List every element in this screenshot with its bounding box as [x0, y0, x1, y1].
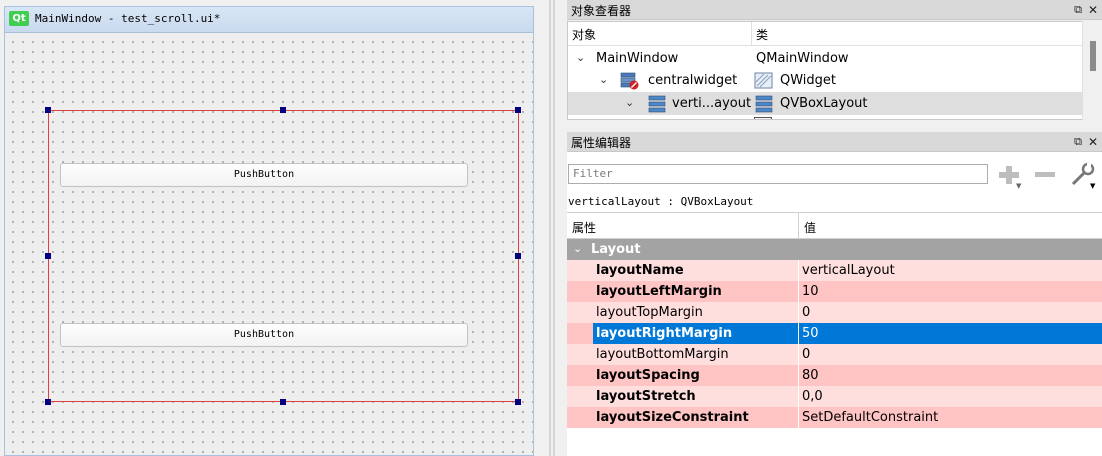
column-divider: [798, 386, 799, 407]
chevron-down-icon[interactable]: ⌄: [599, 73, 608, 86]
property-name: layoutStretch: [596, 389, 696, 404]
resize-handle-left[interactable]: [45, 253, 51, 259]
header-class[interactable]: 类: [756, 26, 768, 43]
column-divider: [798, 323, 799, 344]
chevron-down-icon[interactable]: ⌄: [573, 242, 582, 255]
form-title: MainWindow - test_scroll.ui*: [35, 12, 221, 25]
tree-object-name: centralwidget: [648, 73, 738, 88]
column-divider: [798, 260, 799, 281]
splitter-grip: [553, 0, 555, 456]
property-name: layoutRightMargin: [596, 326, 733, 341]
form-title-bar: Qt MainWindow - test_scroll.ui*: [5, 7, 533, 33]
object-inspector-title: 对象查看器: [571, 4, 632, 18]
property-value: SetDefaultConstraint: [802, 410, 939, 425]
property-table-header: 属性 值: [567, 212, 1102, 240]
property-name: layoutSizeConstraint: [596, 410, 749, 425]
filter-input[interactable]: Filter: [568, 164, 988, 184]
push-button-2[interactable]: PushButton: [60, 323, 468, 347]
column-divider: [798, 302, 799, 323]
resize-handle-bottom-left[interactable]: [45, 399, 51, 405]
tree-class-name: QWidget: [780, 73, 837, 88]
group-label: Layout: [591, 242, 641, 257]
object-inspector-title-bar: 对象查看器 ⧉ ✕: [567, 0, 1102, 20]
dropdown-arrow-icon[interactable]: ▼: [1016, 182, 1021, 190]
property-row[interactable]: layoutStretch 0,0: [567, 386, 1102, 407]
property-name: layoutTopMargin: [596, 305, 703, 320]
property-row[interactable]: layoutRightMargin 50: [567, 323, 1102, 344]
property-name: layoutLeftMargin: [596, 284, 722, 299]
object-tree-scrollbar[interactable]: [1082, 21, 1102, 120]
chevron-down-icon[interactable]: ⌄: [625, 96, 634, 109]
property-name: layoutSpacing: [596, 368, 700, 383]
vbox-layout-icon: [648, 95, 666, 113]
property-editor-title: 属性编辑器: [571, 136, 632, 150]
qt-logo-icon: Qt: [9, 11, 29, 26]
group-row-layout[interactable]: ⌄ Layout: [567, 239, 1102, 260]
resize-handle-top-left[interactable]: [45, 107, 51, 113]
property-row[interactable]: layoutSpacing 80: [567, 365, 1102, 386]
resize-handle-top-right[interactable]: [515, 107, 521, 113]
resize-handle-top[interactable]: [280, 107, 286, 113]
tree-row-mainwindow[interactable]: ⌄ MainWindow QMainWindow: [568, 47, 1088, 70]
resize-handle-bottom-right[interactable]: [515, 399, 521, 405]
vbox-layout-icon: [755, 95, 773, 113]
property-value: 0: [802, 347, 811, 362]
property-row[interactable]: layoutSizeConstraint SetDefaultConstraint: [567, 407, 1102, 428]
tree-row-verticallayout[interactable]: ⌄ verti...ayout QVBoxLayout: [568, 92, 1088, 115]
tree-row-centralwidget[interactable]: ⌄ centralwidget QWidget: [568, 69, 1088, 92]
resize-handle-bottom[interactable]: [280, 399, 286, 405]
tree-object-name: MainWindow: [596, 51, 679, 66]
float-icon[interactable]: ⧉: [1072, 136, 1084, 148]
widget-broken-icon: [620, 72, 639, 90]
object-class-label: verticalLayout : QVBoxLayout: [568, 195, 754, 208]
dropdown-arrow-icon[interactable]: ▼: [1090, 182, 1095, 190]
close-icon[interactable]: ✕: [1087, 136, 1099, 148]
push-button-1[interactable]: PushButton: [60, 163, 468, 187]
property-row[interactable]: layoutName verticalLayout: [567, 260, 1102, 281]
tree-object-name: verti...ayout: [672, 96, 752, 111]
remove-property-icon[interactable]: [1033, 164, 1057, 188]
header-property[interactable]: 属性: [572, 219, 596, 236]
dock-splitter[interactable]: [541, 0, 565, 456]
object-tree-header: 对象 类: [568, 22, 1101, 46]
column-divider: [798, 365, 799, 386]
property-value: 80: [802, 368, 819, 383]
chevron-down-icon[interactable]: ⌄: [576, 51, 585, 64]
property-editor-title-bar: 属性编辑器 ⧉ ✕: [567, 132, 1102, 152]
form-window[interactable]: Qt MainWindow - test_scroll.ui* PushButt…: [4, 6, 534, 456]
property-value: 0: [802, 305, 811, 320]
object-tree[interactable]: 对象 类 ⌄ MainWindow QMainWindow ⌄ centralw…: [567, 21, 1102, 120]
header-object[interactable]: 对象: [572, 26, 596, 43]
column-divider: [798, 407, 799, 428]
property-table[interactable]: ⌄ Layout layoutName verticalLayout layoutL…: [567, 239, 1102, 429]
float-icon[interactable]: ⧉: [1072, 4, 1084, 16]
widget-class-icon: [754, 72, 773, 89]
property-value: 10: [802, 284, 819, 299]
property-name: layoutName: [596, 263, 684, 278]
property-row[interactable]: layoutTopMargin 0: [567, 302, 1102, 323]
resize-handle-right[interactable]: [515, 253, 521, 259]
form-canvas[interactable]: PushButton PushButton: [5, 33, 533, 455]
tree-class-name: QVBoxLayout: [780, 96, 868, 111]
header-divider: [751, 22, 752, 46]
push-button-class-icon: [754, 117, 772, 119]
close-icon[interactable]: ✕: [1087, 4, 1099, 16]
splitter-grip: [549, 0, 551, 456]
design-area: Qt MainWindow - test_scroll.ui* PushButt…: [0, 0, 541, 456]
scrollbar-thumb[interactable]: [1090, 41, 1096, 71]
property-name: layoutBottomMargin: [596, 347, 729, 362]
vertical-layout-box[interactable]: PushButton PushButton: [48, 110, 519, 402]
header-divider: [798, 213, 799, 240]
header-value[interactable]: 值: [804, 219, 816, 236]
property-value[interactable]: 50: [802, 326, 819, 341]
property-row[interactable]: layoutLeftMargin 10: [567, 281, 1102, 302]
property-row[interactable]: layoutBottomMargin 0: [567, 344, 1102, 365]
tree-class-name: QMainWindow: [756, 51, 849, 66]
column-divider: [798, 281, 799, 302]
property-value: 0,0: [802, 389, 823, 404]
column-divider: [798, 344, 799, 365]
property-value: verticalLayout: [802, 263, 895, 278]
